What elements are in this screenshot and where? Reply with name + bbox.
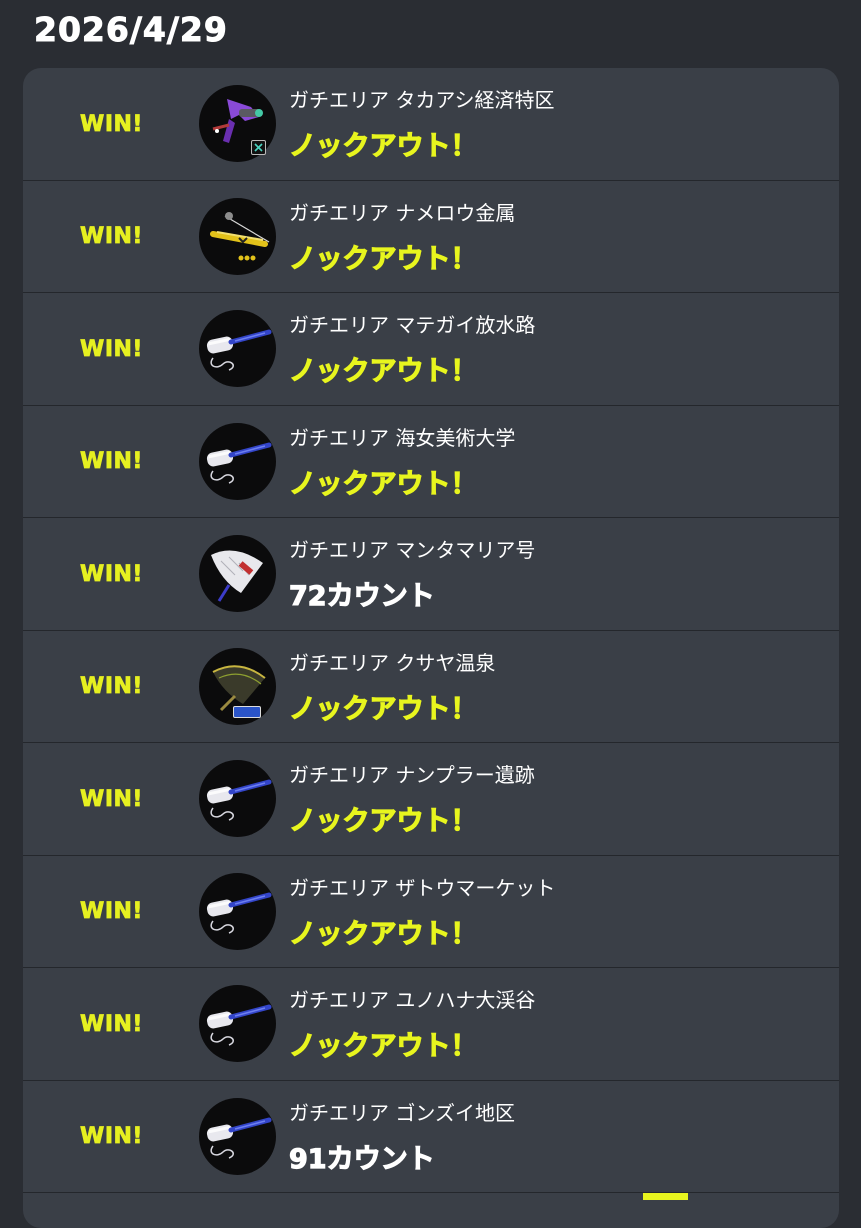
result-label: WIN! [80,786,143,812]
mode-label: ガチエリア [289,88,389,112]
knockout-label: ノックアウト！ [288,468,478,500]
mode-label: ガチエリア [289,1100,389,1125]
mode-label: ガチエリア [289,538,389,562]
dark-brella-icon [199,647,276,725]
mode-label: ガチエリア [289,313,389,337]
mode-stage-label: ガチエリア タカアシ経済特区 [289,84,555,113]
stage-name: ザトウマーケット [395,875,556,900]
mode-label: ガチエリア [289,200,389,225]
mode-stage-label: ガチエリア マテガイ放水路 [289,309,535,338]
battle-row[interactable]: WIN! ガチエリア マンタマリア号 72カウント [23,518,839,631]
result-label: WIN! [80,224,143,250]
battle-row[interactable]: WIN! ガチエリア 海女美術大学 ノックアウト！ [23,406,839,518]
knockout-label: ノックアウト！ [288,243,478,275]
active-tab-indicator [643,1193,688,1200]
mode-label: ガチエリア [289,425,389,450]
result-label: WIN! [80,449,143,475]
white-brella-icon [199,535,276,612]
mode-stage-label: ガチエリア ナンプラー遺跡 [289,759,535,788]
count-label: 72カウント [288,580,435,612]
battle-date-header: 2026/4/29 [34,10,228,50]
knockout-label: ノックアウト！ [288,355,478,387]
mode-stage-label: ガチエリア ゴンズイ地区 [289,1097,515,1126]
blue-roller-icon [199,310,276,387]
blue-roller-icon [199,760,276,837]
battle-row[interactable]: WIN! ガチエリア ゴンズイ地区 91カウント [23,1081,839,1193]
stage-name: ユノハナ大渓谷 [395,988,536,1012]
stage-name: ナンプラー遺跡 [395,763,535,787]
blue-roller-icon [199,1097,276,1175]
stage-name: マテガイ放水路 [395,313,536,337]
stage-name: ゴンズイ地区 [395,1100,515,1125]
blue-roller-icon [199,985,276,1062]
knockout-label: ノックアウト！ [288,693,478,725]
stage-name: マンタマリア号 [395,538,536,562]
battle-history-list: WIN! ガチエリア タカアシ経済特区 ノックアウト！ WIN! ガチエリア ナメロウ金… [23,68,839,1228]
blue-roller-icon [199,872,276,950]
mode-stage-label: ガチエリア マンタマリア号 [289,534,535,563]
yellow-stringer-icon [199,197,276,275]
battle-row[interactable]: WIN! ガチエリア マテガイ放水路 ノックアウト！ [23,293,839,406]
purple-splattershot-icon [199,85,276,162]
result-label: WIN! [80,1011,143,1037]
mode-stage-label: ガチエリア ザトウマーケット [289,872,555,901]
mode-stage-label: ガチエリア ユノハナ大渓谷 [289,984,535,1013]
battle-row[interactable]: WIN! ガチエリア ナメロウ金属 ノックアウト！ [23,181,839,293]
result-label: WIN! [80,1124,143,1150]
stage-name: ナメロウ金属 [395,200,516,225]
battle-row[interactable]: WIN! ガチエリア ナンプラー遺跡 ノックアウト！ [23,743,839,856]
knockout-label: ノックアウト！ [288,918,478,950]
stage-name: タカアシ経済特区 [395,88,555,112]
battle-row[interactable]: WIN! ガチエリア ザトウマーケット ノックアウト！ [23,856,839,968]
result-label: WIN! [80,336,143,362]
mode-label: ガチエリア [289,875,389,900]
x-badge-icon [251,140,266,155]
battle-row[interactable]: WIN! ガチエリア ユノハナ大渓谷 ノックアウト！ [23,968,839,1081]
badge-label-icon [233,705,261,718]
stage-name: クサヤ温泉 [395,650,496,675]
count-label: 91カウント [288,1143,435,1175]
mode-label: ガチエリア [289,988,389,1012]
mode-label: ガチエリア [289,650,389,675]
result-label: WIN! [80,899,143,925]
mode-stage-label: ガチエリア 海女美術大学 [289,422,515,451]
stage-name: 海女美術大学 [395,425,516,450]
battle-row[interactable]: WIN! ガチエリア タカアシ経済特区 ノックアウト！ [23,68,839,181]
knockout-label: ノックアウト！ [288,805,478,837]
mode-stage-label: ガチエリア ナメロウ金属 [289,197,515,226]
result-label: WIN! [80,674,143,700]
knockout-label: ノックアウト！ [288,1030,478,1062]
battle-row[interactable]: WIN! ガチエリア クサヤ温泉 ノックアウト！ [23,631,839,743]
result-label: WIN! [80,111,143,137]
mode-label: ガチエリア [289,763,389,787]
blue-roller-icon [199,422,276,500]
knockout-label: ノックアウト！ [288,130,478,162]
result-label: WIN! [80,561,143,587]
mode-stage-label: ガチエリア クサヤ温泉 [289,647,495,676]
